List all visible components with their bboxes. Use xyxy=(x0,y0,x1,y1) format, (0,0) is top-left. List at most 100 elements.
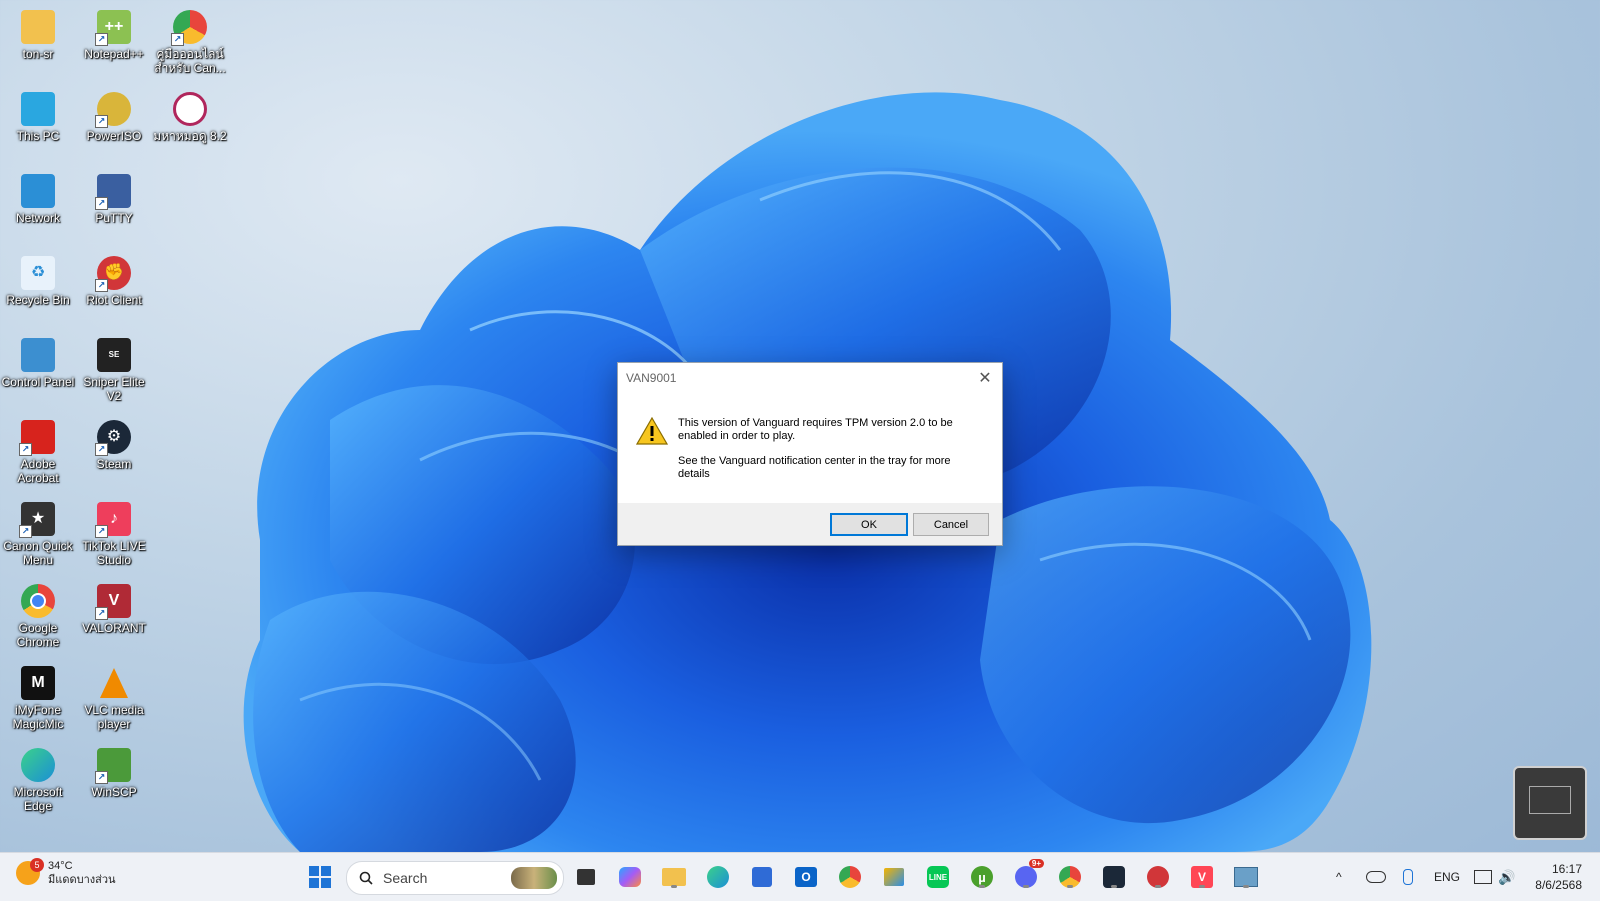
outlook-button[interactable]: O xyxy=(792,863,820,891)
line-icon: LINE xyxy=(927,866,949,888)
desktop-icon-riot-client[interactable]: ✊ ↗ Riot Client xyxy=(76,252,152,307)
weather-sun-icon: 5 xyxy=(16,858,44,885)
desktop-icon-poweriso[interactable]: ↗ PowerISO xyxy=(76,88,152,143)
desktop-icon-imyfone-magicmic[interactable]: M iMyFone MagicMic xyxy=(0,662,76,731)
line-button[interactable]: LINE xyxy=(924,863,952,891)
ok-button[interactable]: OK xyxy=(830,513,908,536)
start-button[interactable] xyxy=(306,863,334,891)
windows-logo-icon xyxy=(309,866,331,888)
speaker-icon: 🔊 xyxy=(1498,868,1516,885)
desktop-icon-notepad-plus-plus[interactable]: ++ ↗ Notepad++ xyxy=(76,6,152,61)
desktop-icon-adobe-acrobat[interactable]: ↗ Adobe Acrobat xyxy=(0,416,76,485)
show-hidden-icons-button[interactable]: ^ xyxy=(1336,853,1342,901)
running-indicator xyxy=(1243,885,1249,888)
desktop-icon-astrology[interactable]: มหาหมอดู 8.2 xyxy=(152,88,228,143)
chrome-profile-button[interactable] xyxy=(1056,863,1084,891)
desktop-icon-tiktok-live-studio[interactable]: ♪ ↗ TikTok LIVE Studio xyxy=(76,498,152,567)
cancel-button[interactable]: Cancel xyxy=(913,513,989,536)
taskview-button[interactable] xyxy=(572,863,600,891)
utorrent-button[interactable]: µ xyxy=(968,863,996,891)
files-button[interactable] xyxy=(880,863,908,891)
shortcut-arrow-icon: ↗ xyxy=(19,443,32,456)
clock-button[interactable]: 16:17 8/6/2568 xyxy=(1535,861,1582,893)
files-icon xyxy=(884,868,904,886)
close-icon: ✕ xyxy=(978,370,992,387)
language-indicator[interactable]: ENG xyxy=(1434,853,1460,901)
weather-description: มีแดดบางส่วน xyxy=(48,874,116,886)
desktop-icon-canon-quick-menu[interactable]: ★ ↗ Canon Quick Menu xyxy=(0,498,76,567)
chrome-button[interactable] xyxy=(836,863,864,891)
shortcut-arrow-icon: ↗ xyxy=(171,33,184,46)
store-icon xyxy=(752,867,772,887)
clock-date: 8/6/2568 xyxy=(1535,878,1582,892)
store-button[interactable] xyxy=(748,863,776,891)
running-indicator xyxy=(979,885,985,888)
desktop-icon-vlc-media-player[interactable]: VLC media player xyxy=(76,662,152,731)
shortcut-arrow-icon: ↗ xyxy=(95,443,108,456)
dialog-close-button[interactable]: ✕ xyxy=(974,367,996,389)
touch-keyboard-widget[interactable] xyxy=(1513,766,1587,840)
warning-icon xyxy=(636,417,668,445)
vlc-icon xyxy=(97,666,131,700)
shortcut-arrow-icon: ↗ xyxy=(95,771,108,784)
canon-icon: ★ ↗ xyxy=(19,502,55,538)
desktop-icon-steam[interactable]: ⚙ ↗ Steam xyxy=(76,416,152,471)
chevron-up-icon: ^ xyxy=(1336,870,1342,884)
folder-icon xyxy=(662,868,686,886)
shortcut-arrow-icon: ↗ xyxy=(95,115,108,128)
desktop-icon-this-pc[interactable]: This PC xyxy=(0,88,76,143)
running-indicator xyxy=(1155,885,1161,888)
file-explorer-button[interactable] xyxy=(660,863,688,891)
desktop-icon-valorant[interactable]: V ↗ VALORANT xyxy=(76,580,152,635)
edge-button[interactable] xyxy=(704,863,732,891)
volume-tray-button[interactable]: 🔊 xyxy=(1498,853,1515,901)
desktop-icon-putty[interactable]: ↗ PuTTY xyxy=(76,170,152,225)
weather-temperature: 34°C xyxy=(48,860,73,872)
language-label: ENG xyxy=(1434,870,1461,884)
shortcut-arrow-icon: ↗ xyxy=(95,197,108,210)
desktop-icon-recycle-bin[interactable]: ♻ Recycle Bin xyxy=(0,252,76,307)
desktop-icon-google-chrome[interactable]: Google Chrome xyxy=(0,580,76,649)
notepad-plus-plus-icon: ++ ↗ xyxy=(95,10,131,46)
shortcut-arrow-icon: ↗ xyxy=(95,33,108,46)
keyboard-icon xyxy=(1529,786,1571,814)
network-tray-button[interactable] xyxy=(1474,853,1492,901)
copilot-button[interactable] xyxy=(616,863,644,891)
control-panel-icon xyxy=(21,338,55,372)
microphone-icon xyxy=(1403,869,1413,885)
chrome-icon xyxy=(839,866,861,888)
app-dark-button[interactable] xyxy=(1100,863,1128,891)
desktop-icon-network[interactable]: Network xyxy=(0,170,76,225)
winscp-icon: ↗ xyxy=(95,748,131,784)
desktop-icon-winscp[interactable]: ↗ WinSCP xyxy=(76,744,152,799)
riot-button[interactable] xyxy=(1144,863,1172,891)
weather-widget[interactable]: 5 34°C มีแดดบางส่วน xyxy=(16,858,116,887)
generic-app-button[interactable] xyxy=(1232,863,1260,891)
running-indicator xyxy=(671,885,677,888)
running-indicator xyxy=(1067,885,1073,888)
dialog-message: This version of Vanguard requires TPM ve… xyxy=(678,417,978,493)
astrology-icon xyxy=(173,92,207,126)
magicmic-icon: M xyxy=(21,666,55,700)
search-icon xyxy=(359,871,373,885)
desktop-icon-sniper-elite-v2[interactable]: SE Sniper Elite V2 xyxy=(76,334,152,403)
taskbar: 5 34°C มีแดดบางส่วน Search O LINE µ 9+ V… xyxy=(0,852,1600,901)
valorant-button[interactable]: V xyxy=(1188,863,1216,891)
copilot-icon xyxy=(619,867,641,887)
desktop-icon-canon-online-manual[interactable]: ↗ คู่มือออนไลน์สำหรับ Can... xyxy=(152,6,228,75)
generic-app-icon xyxy=(1234,867,1258,887)
riot-client-icon: ✊ ↗ xyxy=(95,256,131,292)
putty-icon: ↗ xyxy=(95,174,131,210)
dialog-body: This version of Vanguard requires TPM ve… xyxy=(618,393,1002,503)
edge-icon xyxy=(21,748,55,782)
taskbar-search-box[interactable]: Search xyxy=(346,861,564,895)
desktop-icon-ton-sr[interactable]: ton-sr xyxy=(0,6,76,61)
onedrive-tray-button[interactable] xyxy=(1366,853,1386,901)
steam-icon: ⚙ ↗ xyxy=(95,420,131,456)
clock-time: 16:17 xyxy=(1551,862,1582,876)
discord-button[interactable]: 9+ xyxy=(1012,859,1044,891)
desktop-icon-microsoft-edge[interactable]: Microsoft Edge xyxy=(0,744,76,813)
microphone-tray-button[interactable] xyxy=(1403,853,1413,901)
desktop-icon-control-panel[interactable]: Control Panel xyxy=(0,334,76,389)
weather-badge: 5 xyxy=(30,858,44,872)
